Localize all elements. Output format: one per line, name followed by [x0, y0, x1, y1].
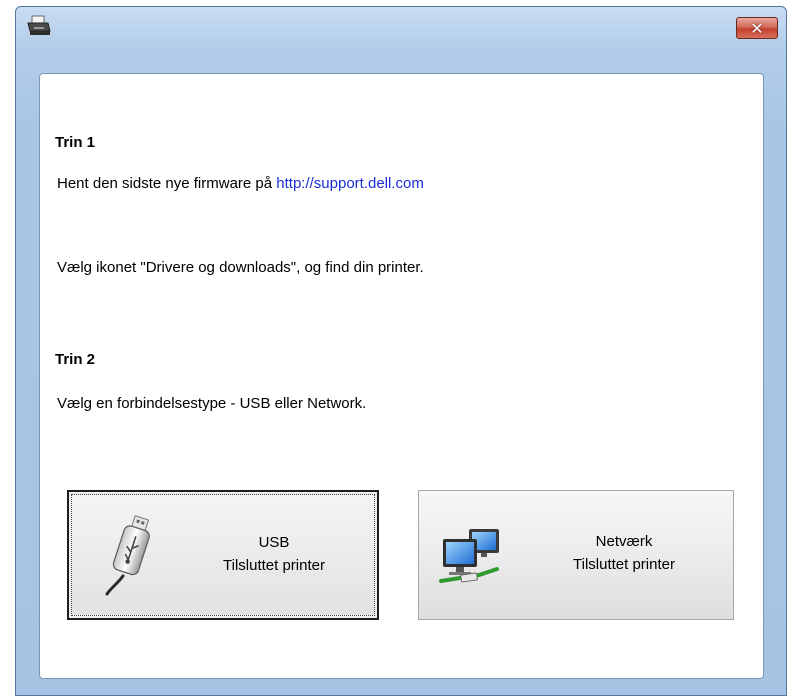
network-button-title: Netværk [595, 533, 653, 550]
title-bar: ✕ [16, 7, 786, 59]
close-button[interactable]: ✕ [736, 17, 778, 39]
step1-firmware-text: Hent den sidste nye firmware på [57, 175, 277, 192]
close-icon: ✕ [750, 18, 764, 38]
network-button-label: Netværk Tilsluttet printer [519, 530, 729, 576]
step1-heading: Trin 1 [55, 134, 96, 151]
network-connection-button[interactable]: Netværk Tilsluttet printer [418, 490, 734, 620]
printer-icon [27, 15, 51, 35]
dialog-window: ✕ Trin 1 Hent den sidste nye firmware på… [15, 6, 787, 696]
step2-heading: Trin 2 [55, 351, 96, 368]
network-button-subtitle: Tilsluttet printer [573, 556, 675, 573]
step1-firmware-line: Hent den sidste nye firmware på http://s… [57, 175, 424, 192]
usb-button-label: USB Tilsluttet printer [169, 531, 379, 577]
usb-connection-button[interactable]: USB Tilsluttet printer [67, 490, 379, 620]
step1-instruction-text: Vælg ikonet "Drivere og downloads", og f… [57, 259, 424, 276]
dialog-content: Trin 1 Hent den sidste nye firmware på h… [39, 73, 764, 679]
network-computers-icon [439, 529, 499, 583]
support-link[interactable]: http://support.dell.com [276, 175, 424, 192]
usb-button-title: USB [258, 534, 290, 551]
step2-instruction-text: Vælg en forbindelsestype - USB eller Net… [57, 395, 367, 412]
usb-drive-icon [105, 515, 150, 596]
usb-button-subtitle: Tilsluttet printer [223, 557, 325, 574]
